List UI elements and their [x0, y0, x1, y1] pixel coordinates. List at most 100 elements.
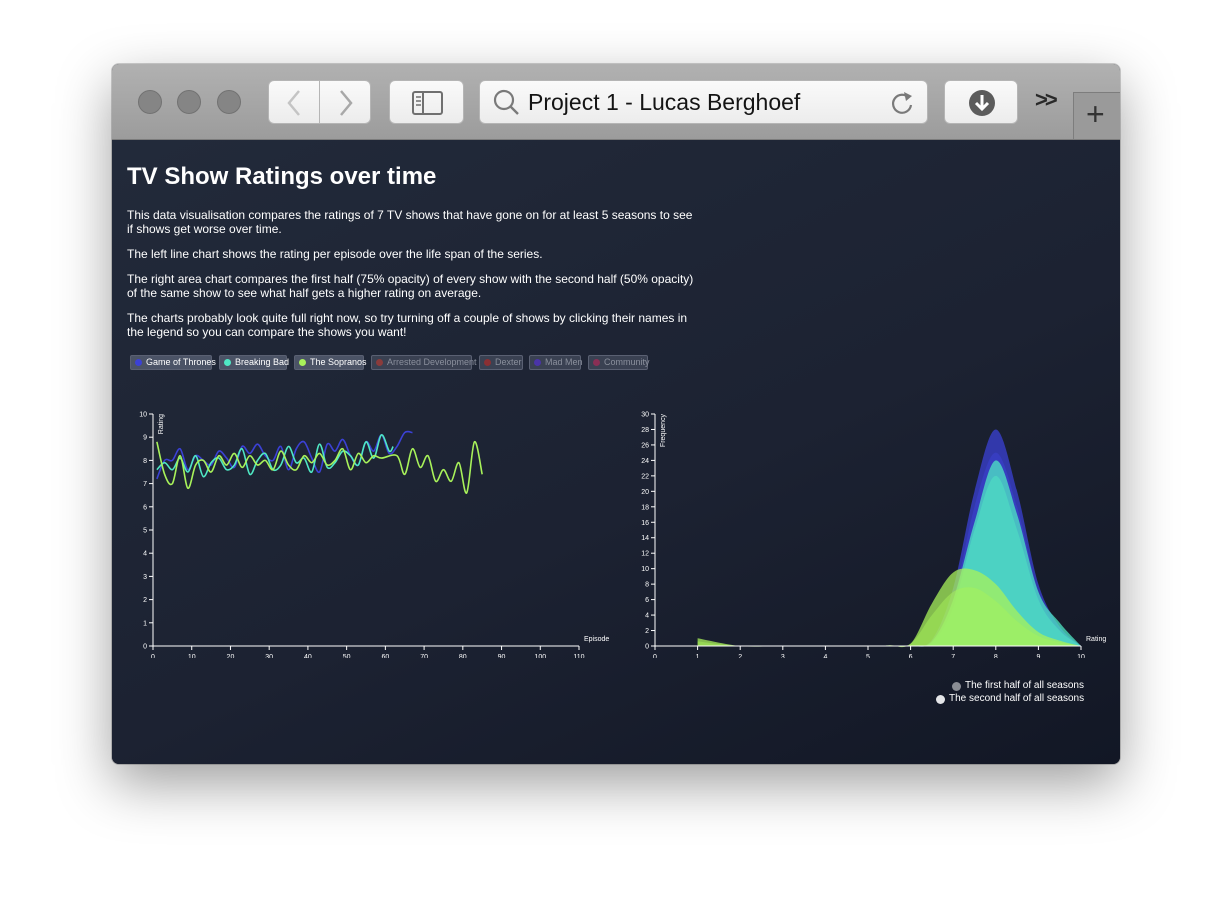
legend-item-community[interactable]: Community — [588, 355, 650, 370]
y-tick-label: 0 — [645, 644, 649, 651]
page-title-in-address-bar: Project 1 - Lucas Berghoef — [528, 89, 801, 115]
y-tick-label: 24 — [641, 458, 649, 465]
x-tick-label: 10 — [188, 654, 196, 658]
legend-dot — [534, 359, 541, 366]
legend-item-the-sopranos[interactable]: The Sopranos — [294, 355, 367, 370]
download-icon — [969, 90, 995, 116]
x-tick-label: 10 — [1077, 654, 1085, 658]
x-tick-label: 4 — [823, 654, 827, 658]
x-tick-label: 1 — [696, 654, 700, 658]
reload-icon[interactable] — [888, 88, 916, 118]
legend-hint-paragraph: The charts probably look quite full righ… — [127, 311, 688, 339]
legend-dot — [484, 359, 491, 366]
x-tick-label: 0 — [151, 654, 155, 658]
y-axis-title: Frequency — [660, 414, 667, 448]
x-axis-title: Episode — [584, 636, 609, 643]
y-tick-label: 4 — [143, 551, 147, 558]
y-tick-label: 5 — [143, 528, 147, 535]
line-series-the-sopranos[interactable] — [156, 441, 483, 494]
x-tick-label: 6 — [909, 654, 913, 658]
x-tick-label: 80 — [459, 654, 467, 658]
x-tick-label: 7 — [951, 654, 955, 658]
y-axis-title: Rating — [158, 414, 165, 434]
x-axis-title: Rating — [1086, 636, 1106, 643]
legend-item-game-of-thrones[interactable]: Game of Thrones — [130, 355, 216, 370]
x-tick-label: 9 — [1036, 654, 1040, 658]
legend-item-mad-men[interactable]: Mad Men — [529, 355, 583, 370]
back-button[interactable] — [268, 80, 320, 124]
web-page: TV Show Ratings over time This data visu… — [112, 140, 1120, 764]
y-tick-label: 4 — [645, 613, 649, 620]
x-tick-label: 90 — [498, 654, 506, 658]
area-chart: 0 1 2 3 4 5 6 7 8 9 10024681012141618202224262830R… — [641, 412, 1106, 659]
x-tick-label: 30 — [265, 654, 273, 658]
zoom-window-button[interactable] — [217, 90, 241, 114]
tab-overflow-button[interactable]: >> — [1035, 87, 1058, 113]
y-tick-label: 8 — [143, 458, 147, 465]
sidebar-icon — [412, 91, 443, 115]
x-tick-label: 50 — [343, 654, 351, 658]
x-tick-label: 110 — [573, 654, 584, 658]
forward-button[interactable] — [320, 80, 371, 124]
y-tick-label: 2 — [143, 597, 147, 604]
intro-paragraph: This data visualisation compares the rat… — [127, 208, 693, 236]
y-tick-label: 8 — [645, 582, 649, 589]
first-half-legend-dot — [952, 682, 961, 691]
y-tick-label: 7 — [143, 481, 147, 488]
x-tick-label: 40 — [304, 654, 312, 658]
y-tick-label: 1 — [143, 620, 147, 627]
y-tick-label: 30 — [641, 412, 649, 419]
y-tick-label: 2 — [645, 628, 649, 635]
y-tick-label: 14 — [641, 535, 649, 542]
legend-dot — [376, 359, 383, 366]
legend-item-breaking-bad[interactable]: Breaking Bad — [219, 355, 289, 370]
plus-icon: + — [1086, 96, 1105, 132]
legend-item-dexter[interactable]: Dexter — [479, 355, 523, 370]
chevron-right-icon — [340, 90, 353, 116]
legend-item-arrested-development[interactable]: Arrested Development — [371, 355, 477, 370]
y-tick-label: 18 — [641, 504, 649, 511]
y-tick-label: 9 — [143, 435, 147, 442]
x-tick-label: 20 — [227, 654, 235, 658]
y-tick-label: 3 — [143, 574, 147, 581]
browser-toolbar: Project 1 - Lucas Berghoef >> + — [112, 64, 1120, 140]
close-window-button[interactable] — [138, 90, 162, 114]
y-tick-label: 6 — [143, 504, 147, 511]
x-tick-label: 0 — [653, 654, 657, 658]
y-tick-label: 10 — [641, 566, 649, 573]
x-tick-label: 70 — [420, 654, 428, 658]
first-half-legend-label: The first half of all seasons — [965, 680, 1084, 691]
x-tick-label: 100 — [534, 654, 546, 658]
sidebar-button[interactable] — [389, 80, 464, 124]
x-tick-label: 5 — [866, 654, 870, 658]
second-half-legend-dot — [936, 695, 945, 704]
y-tick-label: 16 — [641, 520, 649, 527]
y-tick-label: 28 — [641, 427, 649, 434]
page-title: TV Show Ratings over time — [127, 163, 437, 190]
area-chart-description: The right area chart compares the first … — [127, 272, 694, 300]
legend-dot — [299, 359, 306, 366]
y-tick-label: 12 — [641, 551, 649, 558]
y-tick-label: 26 — [641, 442, 649, 449]
y-tick-label: 0 — [143, 644, 147, 651]
y-tick-label: 6 — [645, 597, 649, 604]
line-chart-description: The left line chart shows the rating per… — [127, 247, 543, 261]
line-chart: 0 10 20 30 40 50 60 70 80 90 100 110 0 1 2 3 4 5 6 7 8 9 10 Epi… — [139, 412, 609, 659]
downloads-button[interactable] — [944, 80, 1018, 124]
x-tick-label: 8 — [994, 654, 998, 658]
chevron-left-icon — [287, 90, 300, 116]
legend-dot — [593, 359, 600, 366]
search-icon — [493, 89, 519, 115]
y-tick-label: 20 — [641, 489, 649, 496]
x-tick-label: 3 — [781, 654, 785, 658]
address-bar[interactable]: Project 1 - Lucas Berghoef — [479, 80, 928, 124]
y-tick-label: 10 — [139, 412, 147, 419]
legend-dot — [135, 359, 142, 366]
legend-dot — [224, 359, 231, 366]
browser-window: Project 1 - Lucas Berghoef >> + TV Show … — [112, 64, 1120, 764]
minimize-window-button[interactable] — [177, 90, 201, 114]
second-half-legend-label: The second half of all seasons — [949, 693, 1085, 704]
x-tick-label: 60 — [381, 654, 389, 658]
x-tick-label: 2 — [738, 654, 742, 658]
new-tab-button[interactable]: + — [1073, 92, 1120, 139]
